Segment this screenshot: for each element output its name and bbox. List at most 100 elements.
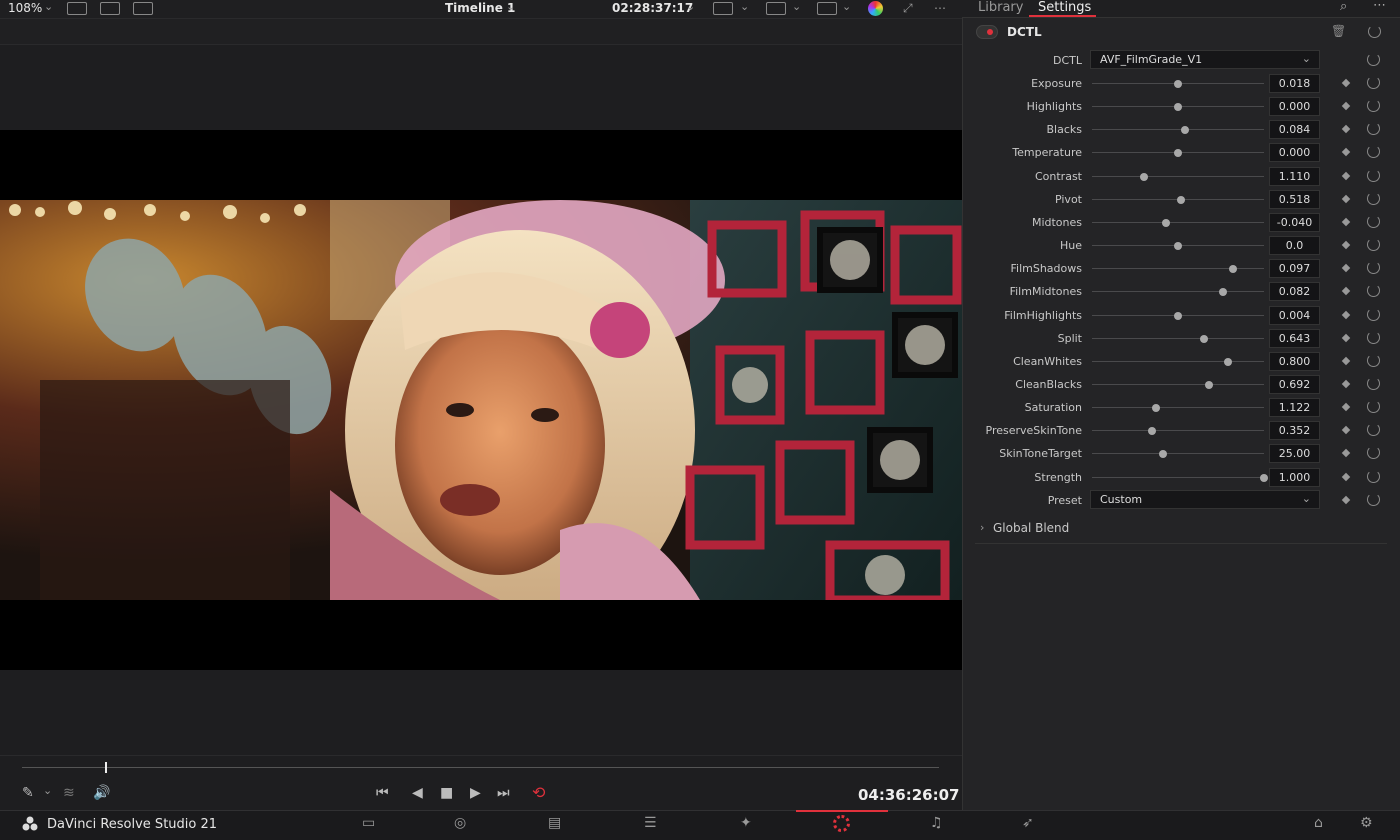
reset-icon[interactable] bbox=[1367, 470, 1380, 483]
reset-icon[interactable] bbox=[1367, 354, 1380, 367]
keyframe-icon[interactable] bbox=[1341, 101, 1351, 111]
param-value-field[interactable]: 0.643 bbox=[1269, 329, 1320, 348]
param-slider[interactable] bbox=[1092, 103, 1264, 111]
keyframe-icon[interactable] bbox=[1341, 448, 1351, 458]
tab-library[interactable]: Library bbox=[978, 0, 1023, 15]
trash-icon[interactable]: 🗑 bbox=[1331, 24, 1346, 38]
param-value-field[interactable]: 1.000 bbox=[1269, 468, 1320, 487]
slider-handle[interactable] bbox=[1174, 103, 1182, 111]
keyframe-icon[interactable] bbox=[1341, 333, 1351, 343]
keyframe-icon[interactable] bbox=[1341, 171, 1351, 181]
keyframe-icon[interactable] bbox=[1341, 240, 1351, 250]
color-wheel-icon[interactable] bbox=[868, 1, 883, 16]
fusion-page-icon[interactable]: ☰ bbox=[644, 815, 657, 831]
param-value-field[interactable]: 0.352 bbox=[1269, 421, 1320, 440]
param-value-field[interactable]: 0.004 bbox=[1269, 306, 1320, 325]
slider-handle[interactable] bbox=[1151, 404, 1160, 412]
param-slider[interactable] bbox=[1092, 404, 1264, 412]
playhead[interactable] bbox=[104, 762, 107, 773]
param-slider[interactable] bbox=[1092, 173, 1264, 181]
safe-area-chevron-icon[interactable]: ⌄ bbox=[740, 0, 749, 13]
keyframe-icon[interactable] bbox=[1341, 78, 1351, 88]
keyframe-icon[interactable] bbox=[1341, 472, 1351, 482]
keyframe-icon[interactable] bbox=[1341, 217, 1351, 227]
slider-handle[interactable] bbox=[1174, 312, 1182, 320]
reset-icon[interactable] bbox=[1367, 145, 1380, 158]
keyframe-icon[interactable] bbox=[1341, 263, 1351, 273]
layout-single-icon[interactable] bbox=[67, 2, 87, 15]
reset-icon[interactable] bbox=[1367, 169, 1380, 182]
hq-chevron-icon[interactable]: ⌄ bbox=[792, 0, 801, 13]
slider-handle[interactable] bbox=[1139, 173, 1148, 181]
param-slider[interactable] bbox=[1092, 335, 1264, 343]
param-value-field[interactable]: 25.00 bbox=[1269, 444, 1320, 463]
fairlight-page-icon[interactable]: ✦ bbox=[740, 815, 752, 831]
section-reset-icon[interactable] bbox=[1368, 25, 1381, 38]
param-value-field[interactable]: 0.018 bbox=[1269, 74, 1320, 93]
slider-handle[interactable] bbox=[1174, 242, 1182, 250]
param-value-field[interactable]: 0.000 bbox=[1269, 97, 1320, 116]
param-value-field[interactable]: 1.110 bbox=[1269, 167, 1320, 186]
keyframe-icon[interactable] bbox=[1341, 124, 1351, 134]
param-slider[interactable] bbox=[1092, 450, 1264, 458]
edit-page-icon[interactable]: ▤ bbox=[548, 815, 561, 831]
slider-handle[interactable] bbox=[1180, 126, 1189, 134]
hq-icon[interactable] bbox=[766, 2, 786, 15]
param-value-field[interactable]: -0.040 bbox=[1269, 213, 1320, 232]
reset-icon[interactable] bbox=[1367, 215, 1380, 228]
slider-handle[interactable] bbox=[1174, 80, 1182, 88]
param-slider[interactable] bbox=[1092, 474, 1268, 482]
slider-handle[interactable] bbox=[1161, 219, 1170, 227]
param-slider[interactable] bbox=[1092, 242, 1264, 250]
reset-icon[interactable] bbox=[1367, 308, 1380, 321]
chevron-right-icon[interactable]: › bbox=[980, 521, 984, 534]
dctl-dropdown[interactable]: AVF_FilmGrade_V1 ⌄ bbox=[1090, 50, 1320, 69]
reset-icon[interactable] bbox=[1367, 192, 1380, 205]
media-page-icon[interactable]: ▭ bbox=[362, 815, 375, 831]
dctl-enable-toggle[interactable] bbox=[976, 25, 998, 39]
timeline-chevron-icon[interactable]: ⌄ bbox=[506, 0, 515, 13]
layout-grid-icon[interactable] bbox=[100, 2, 120, 15]
slider-handle[interactable] bbox=[1177, 196, 1186, 204]
slider-handle[interactable] bbox=[1174, 149, 1182, 157]
skip-to-end-icon[interactable]: ⏭ bbox=[497, 785, 510, 801]
reset-icon[interactable] bbox=[1367, 238, 1380, 251]
slider-handle[interactable] bbox=[1218, 288, 1227, 296]
reset-icon[interactable] bbox=[1367, 284, 1380, 297]
panel-more-icon[interactable]: ⋯ bbox=[1373, 0, 1386, 13]
safe-area-icon[interactable] bbox=[713, 2, 733, 15]
reset-icon[interactable] bbox=[1367, 446, 1380, 459]
tab-settings[interactable]: Settings bbox=[1038, 0, 1091, 15]
param-slider[interactable] bbox=[1092, 265, 1264, 273]
param-slider[interactable] bbox=[1092, 288, 1264, 296]
param-value-field[interactable]: 0.082 bbox=[1269, 282, 1320, 301]
dctl-reset-icon[interactable] bbox=[1367, 53, 1380, 66]
loop-icon[interactable]: ⟲ bbox=[532, 783, 545, 802]
global-blend-header[interactable]: Global Blend bbox=[993, 521, 1069, 535]
param-slider[interactable] bbox=[1092, 358, 1264, 366]
param-slider[interactable] bbox=[1092, 219, 1264, 227]
param-value-field[interactable]: 0.518 bbox=[1269, 190, 1320, 209]
param-slider[interactable] bbox=[1092, 427, 1264, 435]
reset-icon[interactable] bbox=[1367, 122, 1380, 135]
zoom-chevron-icon[interactable]: ⌄ bbox=[44, 0, 53, 13]
fairlight-audio-icon[interactable]: ♫ bbox=[930, 815, 943, 831]
param-value-field[interactable]: 0.084 bbox=[1269, 120, 1320, 139]
stop-icon[interactable]: ■ bbox=[440, 785, 453, 801]
timeline-name[interactable]: Timeline 1 bbox=[445, 1, 515, 15]
param-value-field[interactable]: 0.000 bbox=[1269, 143, 1320, 162]
zoom-level[interactable]: 108% bbox=[8, 1, 42, 15]
slider-handle[interactable] bbox=[1260, 474, 1268, 482]
param-value-field[interactable]: 1.122 bbox=[1269, 398, 1320, 417]
home-icon[interactable]: ⌂ bbox=[1314, 815, 1323, 831]
skip-to-start-icon[interactable]: ⏮ bbox=[376, 785, 389, 801]
slider-handle[interactable] bbox=[1229, 265, 1238, 273]
keyframe-icon[interactable] bbox=[1341, 402, 1351, 412]
reset-icon[interactable] bbox=[1367, 261, 1380, 274]
timecode-chevron-icon[interactable]: ⌄ bbox=[686, 0, 695, 13]
volume-icon[interactable]: 🔊 bbox=[93, 785, 110, 801]
reset-icon[interactable] bbox=[1367, 331, 1380, 344]
slider-handle[interactable] bbox=[1204, 381, 1213, 389]
eyedropper-icon[interactable]: ✎ bbox=[22, 785, 34, 801]
split-compare-icon[interactable] bbox=[133, 2, 153, 15]
